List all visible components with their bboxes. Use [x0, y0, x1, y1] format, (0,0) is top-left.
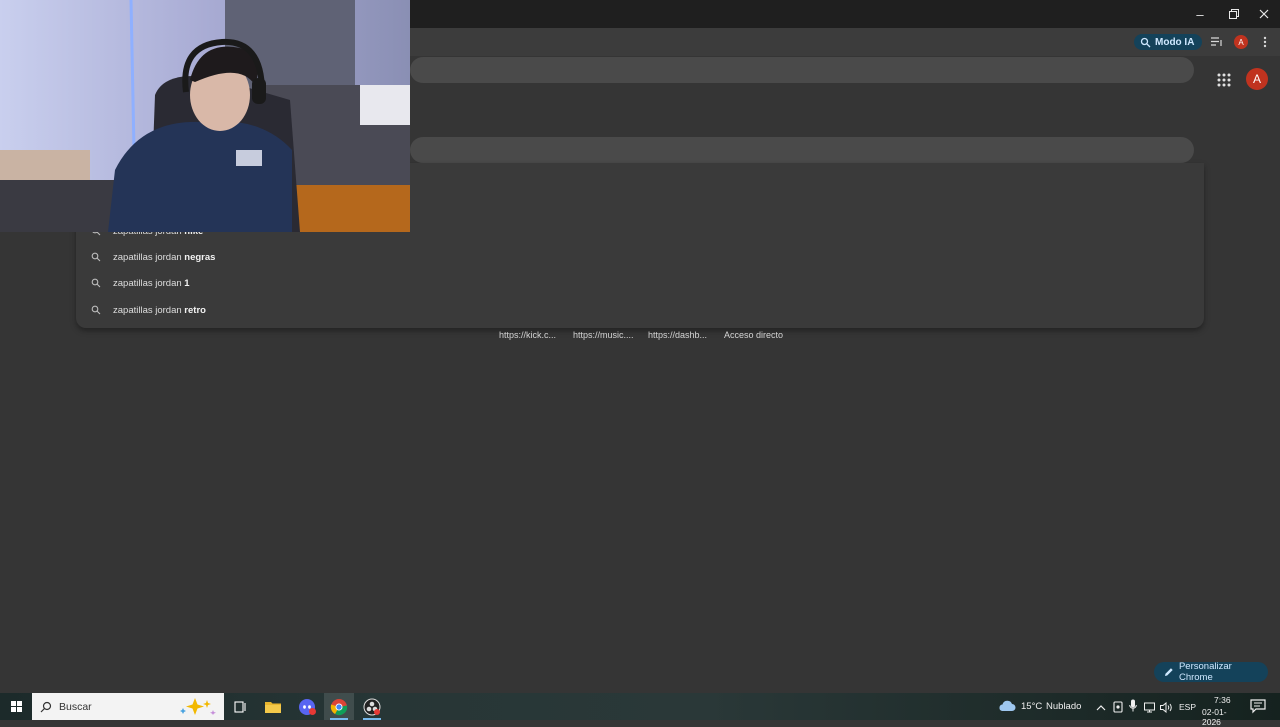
suggestion-item[interactable]: zapatillas jordan 1: [76, 270, 1204, 296]
suggestion-text: zapatillas jordan retro: [113, 304, 206, 316]
close-button[interactable]: [1248, 0, 1280, 28]
media-list-icon: [1211, 37, 1222, 46]
folder-icon: [265, 702, 281, 713]
apps-grid-icon: [1217, 73, 1231, 87]
customize-chrome-button[interactable]: Personalizar Chrome: [1154, 661, 1268, 683]
sparkle-highlight-icon: [180, 698, 216, 715]
taskbar-file-explorer[interactable]: [258, 693, 288, 720]
taskbar: Buscar 15°C Nublado ESP 7:36 02-01-2026: [0, 693, 1280, 727]
customize-chrome-label: Personalizar Chrome: [1178, 661, 1232, 683]
close-icon: [1259, 9, 1269, 19]
minimize-icon: –: [1196, 6, 1204, 22]
profile-avatar[interactable]: A: [1246, 68, 1268, 90]
search-sparkle-icon: [1140, 37, 1151, 47]
minimize-button[interactable]: –: [1184, 0, 1216, 28]
volume-button[interactable]: [1160, 700, 1173, 718]
weather-widget[interactable]: [998, 699, 1016, 717]
device-icon: [1113, 701, 1123, 713]
menu-button[interactable]: [1258, 34, 1272, 50]
shortcut-tile-dashboard[interactable]: https://dashb...: [648, 330, 707, 340]
network-icon: [1144, 702, 1155, 713]
google-apps-button[interactable]: [1216, 72, 1232, 88]
network-button[interactable]: [1144, 700, 1157, 718]
restore-icon: [1229, 9, 1239, 19]
tray-device-icon[interactable]: [1113, 700, 1123, 718]
microphone-icon: [1129, 699, 1137, 712]
weather-temp: 15°C: [1021, 701, 1043, 712]
task-view-icon: [234, 700, 246, 713]
windows-logo-icon: [10, 701, 22, 712]
search-icon: [40, 701, 52, 712]
shortcut-tile-add[interactable]: Acceso directo: [724, 330, 783, 340]
notification-icon: [1250, 699, 1266, 714]
chevron-up-icon: [1096, 705, 1106, 711]
language-indicator[interactable]: ESP: [1179, 702, 1196, 712]
task-view-button[interactable]: [225, 693, 255, 720]
pencil-icon: [1164, 668, 1173, 676]
taskbar-chrome[interactable]: [324, 693, 354, 720]
search-icon: [91, 252, 101, 262]
show-hidden-icons-button[interactable]: [1096, 700, 1106, 718]
suggestion-item[interactable]: zapatillas jordan retro: [76, 297, 1204, 323]
modo-ia-button[interactable]: Modo IA: [1134, 34, 1203, 50]
profile-avatar-small[interactable]: A: [1234, 35, 1248, 49]
restore-button[interactable]: [1218, 0, 1250, 28]
taskbar-search[interactable]: Buscar: [32, 693, 224, 720]
taskbar-discord[interactable]: [292, 693, 322, 720]
microphone-button[interactable]: [1129, 699, 1137, 717]
shortcut-tile-music[interactable]: https://music....: [573, 330, 634, 340]
webcam-overlay: [0, 0, 410, 232]
clock-date: 02-01-2026: [1202, 707, 1227, 727]
notifications-button[interactable]: [1250, 698, 1266, 719]
weather-desc: Nublado: [1046, 701, 1082, 712]
modo-ia-label: Modo IA: [1155, 36, 1195, 48]
clock[interactable]: 7:36 02-01-2026: [1200, 694, 1242, 727]
shortcut-tile-kick[interactable]: https://kick.c...: [499, 330, 556, 340]
suggestion-text: zapatillas jordan negras: [113, 251, 216, 263]
start-button[interactable]: [0, 693, 32, 720]
chrome-icon: [330, 698, 348, 715]
taskbar-obs[interactable]: [357, 693, 387, 720]
cloud-icon: [999, 700, 1016, 711]
taskbar-search-placeholder: Buscar: [59, 700, 92, 713]
suggestion-item[interactable]: zapatillas jordan negras: [76, 244, 1204, 270]
discord-icon: [299, 698, 316, 715]
speaker-icon: [1160, 701, 1172, 714]
reading-list-button[interactable]: [1209, 34, 1225, 50]
address-bar[interactable]: [410, 57, 1194, 83]
search-icon: [91, 305, 101, 315]
more-vertical-icon: [1263, 36, 1267, 48]
webcam-feed-image: [0, 0, 410, 232]
search-box[interactable]: [410, 137, 1194, 163]
search-icon: [91, 278, 101, 288]
obs-icon: [363, 698, 381, 715]
suggestion-text: zapatillas jordan 1: [113, 277, 190, 289]
clock-time: 7:36: [1214, 695, 1231, 705]
